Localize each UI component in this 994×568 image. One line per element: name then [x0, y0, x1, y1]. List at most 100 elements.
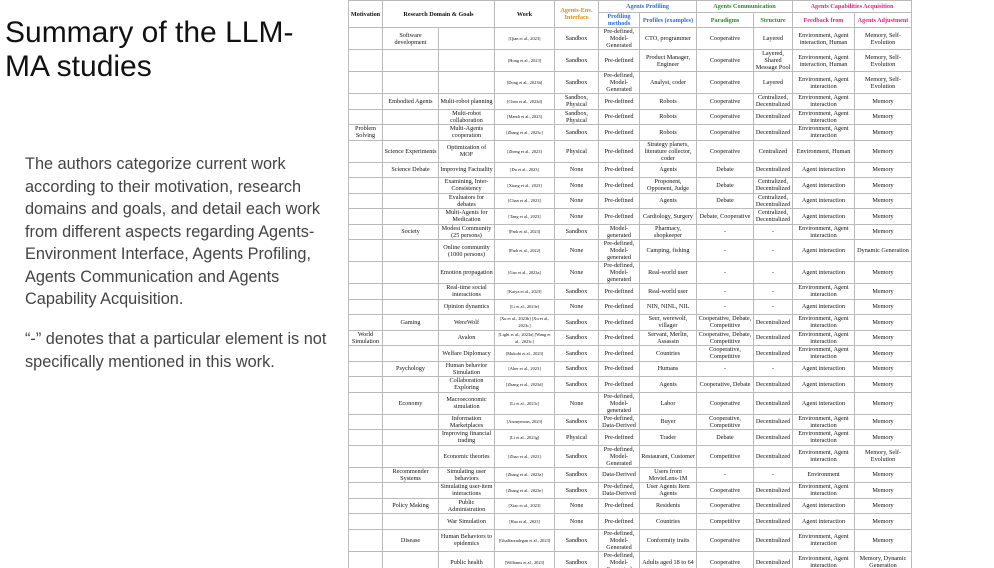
- domain-cell: Gaming: [382, 314, 439, 331]
- structure-cell: -: [753, 360, 793, 377]
- structure-cell: Decentralized: [753, 528, 793, 552]
- profiling-method-cell: Pre-defined: [598, 93, 640, 110]
- feedback-cell: Agent interaction: [792, 177, 855, 194]
- adjustment-cell: Memory: [853, 413, 913, 430]
- studies-table: Motivation Research Domain & Goals Work …: [348, 0, 970, 568]
- paradigm-cell: Cooperative, Competitive: [696, 413, 754, 430]
- domain-cell: Science Debate: [382, 161, 439, 178]
- domain-cell: Software development: [382, 27, 439, 50]
- adjustment-cell: Memory: [853, 108, 913, 125]
- goal-cell: Opinion dynamics: [438, 298, 495, 315]
- motivation-cell: World Simulation: [348, 329, 383, 346]
- domain-cell: [382, 261, 439, 284]
- profile-cell: Camping, fishing: [639, 239, 697, 262]
- motivation-cell: [348, 239, 383, 262]
- feedback-cell: Agent interaction: [792, 208, 855, 225]
- domain-cell: [382, 413, 439, 430]
- feedback-cell: Agent interaction: [792, 298, 855, 315]
- profile-cell: Buyer: [639, 413, 697, 430]
- profile-cell: Countries: [639, 513, 697, 530]
- domain-cell: [382, 513, 439, 530]
- feedback-cell: Environment, Agent interaction, Human: [792, 49, 855, 72]
- feedback-cell: Agent interaction: [792, 513, 855, 530]
- feedback-cell: Environment, Agent interaction: [792, 223, 855, 240]
- motivation-cell: [348, 208, 383, 225]
- work-cell: [Hua et al., 2023]: [494, 513, 555, 530]
- goal-cell: Modest Community (25 persons): [438, 223, 495, 240]
- work-cell: [Tang et al., 2023]: [494, 208, 555, 225]
- goal-cell: Multi-robot collaboration: [438, 108, 495, 125]
- structure-cell: -: [753, 298, 793, 315]
- table-row: Economy Macroeconomic simulation [Li et al…: [348, 391, 970, 415]
- profiling-method-cell: Pre-defined: [598, 139, 640, 163]
- interface-cell: Physical: [554, 429, 599, 446]
- feedback-cell: Agent interaction: [792, 192, 855, 209]
- domain-cell: [382, 429, 439, 446]
- goal-cell: Welfare Diplomacy: [438, 345, 495, 362]
- table-row: [Hong et al., 2023] Sandbox Pre-defined Pro…: [348, 49, 970, 72]
- work-cell: [Dong et al., 2023b]: [494, 71, 555, 94]
- profiling-method-cell: Pre-defined: [598, 177, 640, 194]
- profile-cell: Pharmacy, shopkeeper: [639, 223, 697, 240]
- goal-cell: Avalon: [438, 329, 495, 346]
- profiling-method-cell: Pre-defined: [598, 376, 640, 393]
- feedback-cell: Environment, Agent interaction: [792, 528, 855, 552]
- goal-cell: Multi-Agents for Medication: [438, 208, 495, 225]
- structure-cell: Decentralized: [753, 482, 793, 499]
- feedback-cell: Environment, Agent interaction: [792, 329, 855, 346]
- structure-cell: -: [753, 466, 793, 483]
- profiling-method-cell: Pre-defined, Model-Generated: [598, 71, 640, 94]
- structure-cell: Decentralized: [753, 444, 793, 468]
- motivation-cell: [348, 108, 383, 125]
- paradigm-cell: -: [696, 223, 754, 240]
- interface-cell: Sandbox, Physical: [554, 108, 599, 125]
- profiling-method-cell: Pre-defined: [598, 161, 640, 178]
- table-row: Embodied Agents Multi-robot planning [Chen…: [348, 93, 970, 110]
- table-row: Disease Human Behaviors to epidemics [Ghaf…: [348, 528, 970, 552]
- domain-cell: Embodied Agents: [382, 93, 439, 110]
- goal-cell: Human behavior Simulation: [438, 360, 495, 377]
- adjustment-cell: Memory: [853, 261, 913, 284]
- profiling-method-cell: Pre-defined: [598, 283, 640, 300]
- goal-cell: Public health: [438, 550, 495, 568]
- goal-cell: Examining, Inter-Consistency: [438, 177, 495, 194]
- paradigm-cell: Cooperative, Debate: [696, 376, 754, 393]
- profile-cell: Labor: [639, 391, 697, 415]
- table-row: Society Modest Community (25 persons) [Par…: [348, 223, 970, 240]
- feedback-cell: Environment, Agent interaction: [792, 283, 855, 300]
- goal-cell: Real-time social interactions: [438, 283, 495, 300]
- domain-cell: [382, 239, 439, 262]
- work-cell: [Zheng et al., 2023]: [494, 139, 555, 163]
- feedback-cell: Environment, Agent interaction: [792, 429, 855, 446]
- feedback-cell: Agent interaction: [792, 261, 855, 284]
- table-row: Real-time social interactions [Kaiya et a…: [348, 283, 970, 300]
- motivation-cell: [348, 413, 383, 430]
- structure-cell: Decentralized: [753, 497, 793, 514]
- paradigm-cell: Cooperative: [696, 482, 754, 499]
- feedback-cell: Environment, Agent interaction: [792, 124, 855, 141]
- goal-cell: Simulating user-item interactions: [438, 482, 495, 499]
- adjustment-cell: Memory: [853, 429, 913, 446]
- paradigm-cell: Cooperative, Competitive: [696, 345, 754, 362]
- work-cell: [Light et al., 2023a] [Wang et al., 2023…: [494, 329, 555, 346]
- structure-cell: Decentralized: [753, 429, 793, 446]
- table-body: Software development [Qian et al., 2023] S…: [348, 27, 970, 568]
- header-motivation: Motivation: [348, 0, 383, 28]
- motivation-cell: [348, 550, 383, 568]
- header-capabilities: Agents Capabilities Acquisition: [791, 0, 913, 13]
- motivation-cell: [348, 223, 383, 240]
- goal-cell: Multi-Agents cooperation: [438, 124, 495, 141]
- adjustment-cell: Memory: [853, 345, 913, 362]
- table-row: Software development [Qian et al., 2023] S…: [348, 27, 970, 50]
- profile-cell: Users from MovieLens-1M: [639, 466, 697, 483]
- profile-cell: User Agents Item Agents: [639, 482, 697, 499]
- domain-cell: Policy Making: [382, 497, 439, 514]
- interface-cell: Sandbox: [554, 49, 599, 72]
- adjustment-cell: Memory, Self-Evolution: [853, 27, 913, 50]
- motivation-cell: [348, 139, 383, 163]
- motivation-cell: [348, 192, 383, 209]
- profiling-method-cell: Pre-defined: [598, 124, 640, 141]
- profiling-method-cell: Pre-defined: [598, 208, 640, 225]
- feedback-cell: Environment: [792, 466, 855, 483]
- adjustment-cell: Memory: [853, 528, 913, 552]
